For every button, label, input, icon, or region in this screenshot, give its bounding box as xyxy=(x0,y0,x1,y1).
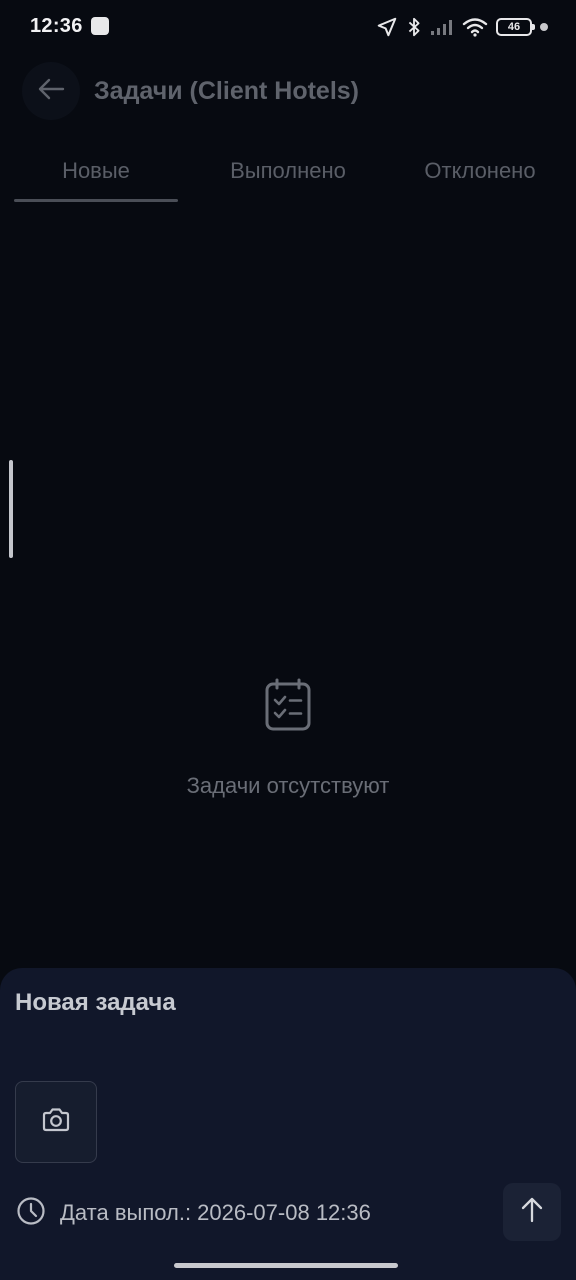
gesture-navigation-bar[interactable] xyxy=(174,1263,398,1268)
clipboard-check-icon xyxy=(264,678,312,737)
status-bar: 12:36 46 xyxy=(0,0,576,54)
new-task-title: Новая задача xyxy=(15,989,176,1016)
status-time: 12:36 xyxy=(30,15,83,37)
camera-icon xyxy=(41,1106,71,1139)
battery-icon: 46 xyxy=(496,18,535,36)
new-task-sheet: Новая задача Дата выпол.: 2026-07-08 12:… xyxy=(0,968,576,1280)
empty-state: Задачи отсутствуют xyxy=(0,678,576,799)
page-title: Задачи (Client Hotels) xyxy=(94,77,359,105)
tab-active-indicator xyxy=(14,199,178,202)
signal-icon xyxy=(430,17,454,37)
back-button[interactable] xyxy=(22,62,80,120)
location-icon xyxy=(376,16,398,38)
empty-state-text: Задачи отсутствуют xyxy=(186,773,390,798)
arrow-up-icon xyxy=(520,1197,544,1228)
app-screen: 12:36 46 Задачи (Client Hotels) Новые Вы… xyxy=(0,0,576,1280)
tab-done[interactable]: Выполнено xyxy=(205,140,371,202)
status-icons: 46 xyxy=(376,14,548,40)
tab-new[interactable]: Новые xyxy=(14,140,178,202)
due-date-label: Дата выпол.: 2026-07-08 12:36 xyxy=(60,1200,371,1225)
wifi-icon xyxy=(462,17,488,37)
battery-level: 46 xyxy=(507,21,521,33)
tab-rejected[interactable]: Отклонено xyxy=(400,140,560,202)
app-notification-icon xyxy=(91,17,109,35)
dot-icon xyxy=(540,23,548,31)
scrollbar-handle[interactable] xyxy=(9,460,13,558)
send-task-button[interactable] xyxy=(503,1183,561,1241)
bluetooth-icon xyxy=(406,16,422,38)
due-date-row[interactable]: Дата выпол.: 2026-07-08 12:36 xyxy=(16,1196,371,1230)
arrow-left-icon xyxy=(36,74,66,109)
app-header: Задачи (Client Hotels) xyxy=(0,60,576,124)
clock-icon xyxy=(16,1196,46,1231)
camera-button[interactable] xyxy=(15,1081,97,1163)
tab-bar: Новые Выполнено Отклонено xyxy=(0,140,576,206)
